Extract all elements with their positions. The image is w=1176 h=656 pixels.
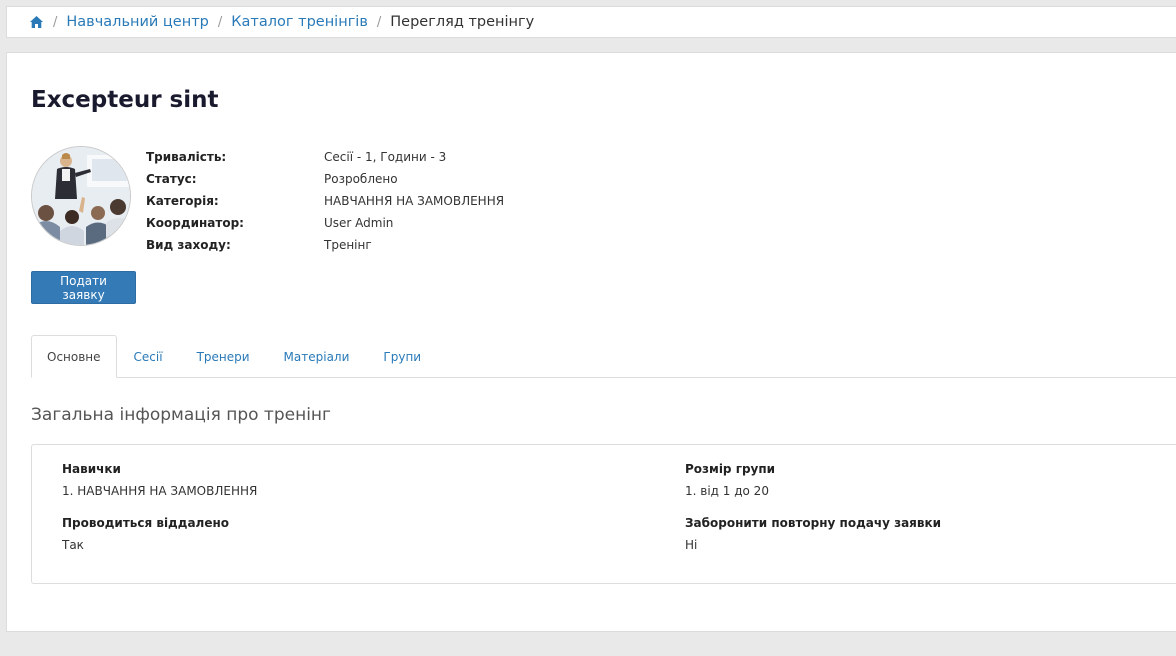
section-title: Загальна інформація про тренінг <box>31 405 331 425</box>
training-panel: Excepteur sint Тривалість: Сесії - 1, Го… <box>6 52 1176 632</box>
info-row-coordinator: Координатор: User Admin <box>146 212 504 234</box>
breadcrumb-link-training-center[interactable]: Навчальний центр <box>66 14 208 30</box>
field-label: Навички <box>62 462 121 476</box>
field-group-size: Розмір групи 1. від 1 до 20 <box>685 462 775 498</box>
breadcrumb-separator: / <box>53 14 58 30</box>
general-info-box: Навички 1. НАВЧАННЯ НА ЗАМОВЛЕННЯ Розмір… <box>31 444 1176 584</box>
field-label: Проводиться віддалено <box>62 516 230 530</box>
home-icon[interactable] <box>29 15 44 29</box>
info-value: Розроблено <box>324 172 398 186</box>
breadcrumb-current: Перегляд тренінгу <box>390 14 535 30</box>
info-value: НАВЧАННЯ НА ЗАМОВЛЕННЯ <box>324 194 505 208</box>
field-no-reapply: Заборонити повторну подачу заявки Ні <box>685 516 941 552</box>
info-row-status: Статус: Розроблено <box>146 168 504 190</box>
info-label: Координатор: <box>146 216 244 230</box>
info-row-duration: Тривалість: Сесії - 1, Години - 3 <box>146 146 504 168</box>
breadcrumb: / Навчальний центр / Каталог тренінгів /… <box>6 6 1176 38</box>
info-label: Тривалість: <box>146 150 227 164</box>
info-value: Тренінг <box>324 238 372 252</box>
field-label: Заборонити повторну подачу заявки <box>685 516 942 530</box>
field-value: 1. від 1 до 20 <box>685 484 769 498</box>
tab-trainers[interactable]: Тренери <box>180 336 267 377</box>
field-value: 1. НАВЧАННЯ НА ЗАМОВЛЕННЯ <box>62 484 258 498</box>
breadcrumb-separator: / <box>376 14 382 30</box>
tab-bar: Основне Сесії Тренери Матеріали Групи <box>31 335 1176 378</box>
breadcrumb-link-catalog[interactable]: Каталог тренінгів <box>231 14 368 30</box>
field-remote: Проводиться віддалено Так <box>62 516 229 552</box>
tab-groups[interactable]: Групи <box>366 336 438 377</box>
field-skills: Навички 1. НАВЧАННЯ НА ЗАМОВЛЕННЯ <box>62 462 257 498</box>
apply-button[interactable]: Подати заявку <box>31 271 136 304</box>
field-value: Ні <box>685 538 698 552</box>
tab-sessions[interactable]: Сесії <box>117 336 180 377</box>
field-value: Так <box>62 538 84 552</box>
info-label: Категорія: <box>146 194 219 208</box>
info-row-event-type: Вид заходу: Тренінг <box>146 234 504 256</box>
tab-main[interactable]: Основне <box>31 335 117 378</box>
training-image <box>31 146 131 246</box>
page-title: Excepteur sint <box>31 87 219 113</box>
training-info-list: Тривалість: Сесії - 1, Години - 3 Статус… <box>146 146 504 256</box>
info-label: Вид заходу: <box>146 238 231 252</box>
info-row-category: Категорія: НАВЧАННЯ НА ЗАМОВЛЕННЯ <box>146 190 504 212</box>
info-value: Сесії - 1, Години - 3 <box>324 150 447 164</box>
presentation-photo-icon <box>32 147 130 245</box>
tab-materials[interactable]: Матеріали <box>267 336 367 377</box>
info-value: User Admin <box>324 216 394 230</box>
info-label: Статус: <box>146 172 197 186</box>
field-label: Розмір групи <box>685 462 776 476</box>
breadcrumb-separator: / <box>217 14 223 30</box>
